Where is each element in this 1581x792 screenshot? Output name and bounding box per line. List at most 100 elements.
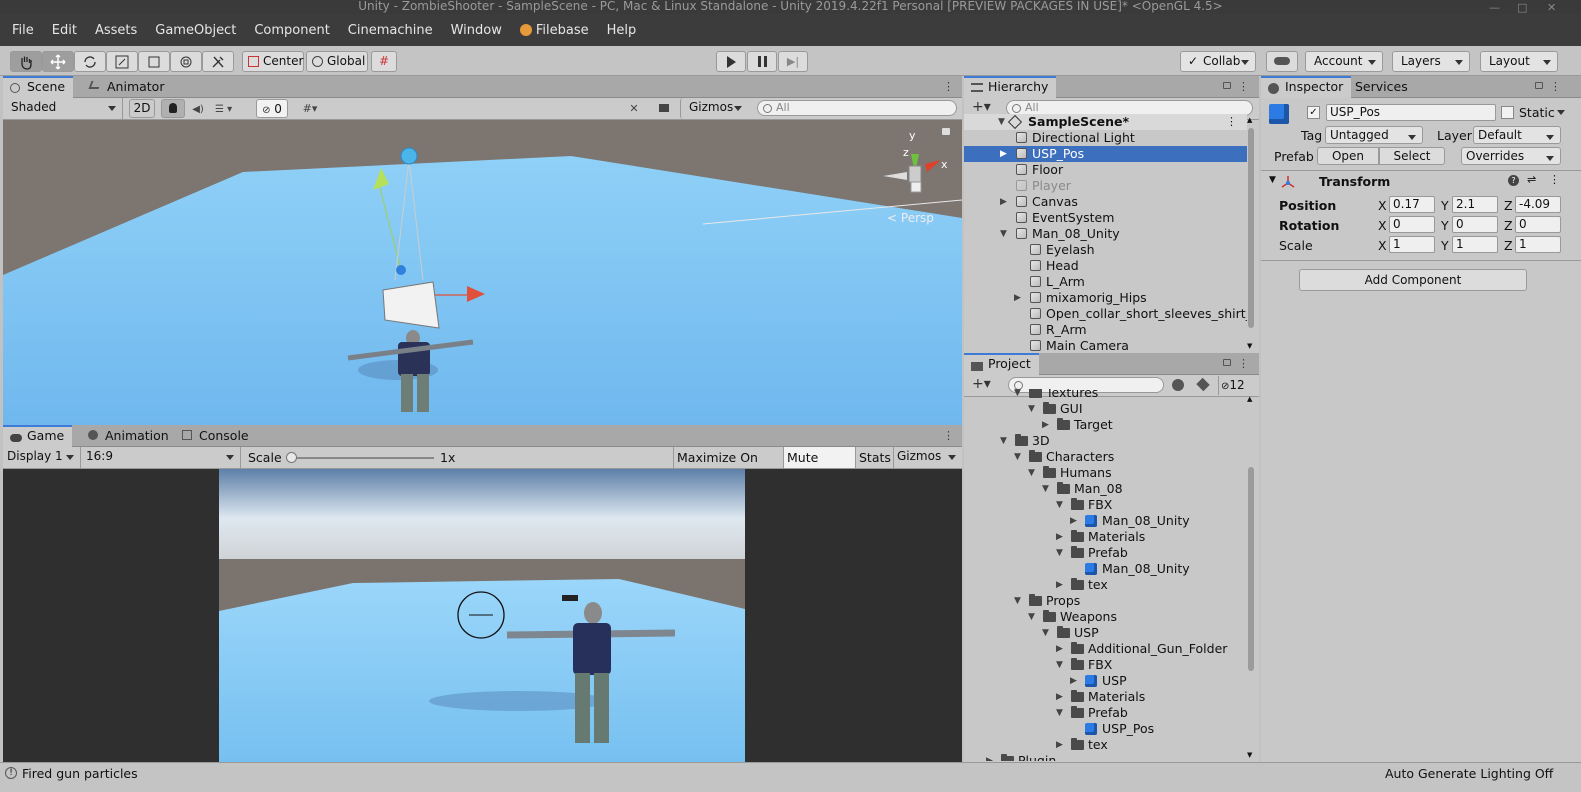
rect-tool-button[interactable] [138,51,170,72]
expand-arrow-icon[interactable]: ▶ [1056,641,1063,657]
scale-tool-button[interactable] [106,51,138,72]
expand-arrow-icon[interactable]: ▶ [986,753,993,761]
tab-hierarchy[interactable]: Hierarchy [964,76,1057,98]
project-item[interactable]: ▼ Props [964,593,1247,609]
hierarchy-item[interactable]: Open_collar_short_sleeves_shirt_M [964,306,1247,322]
scroll-down-icon[interactable]: ▼ [1247,342,1252,350]
scroll-down-icon[interactable]: ▼ [1247,751,1252,759]
object-name-field[interactable]: USP_Pos [1326,104,1496,121]
hierarchy-item[interactable]: Head [964,258,1247,274]
expand-arrow-icon[interactable]: ▼ [1000,226,1007,242]
foldout-arrow-icon[interactable]: ▼ [1269,175,1276,185]
hierarchy-item[interactable]: Player [964,178,1247,194]
position-y-field[interactable]: 2.1 [1452,196,1498,213]
scroll-thumb[interactable] [1248,128,1254,328]
hidden-objects-toggle[interactable]: ⊘ 0 [256,99,288,118]
scene-menu-icon[interactable]: ⋮ [1226,114,1237,130]
tab-game[interactable]: Game [3,425,73,447]
project-item[interactable]: ▼ 3D [964,433,1247,449]
lock-icon[interactable] [1223,82,1231,89]
help-icon[interactable]: ? [1508,175,1519,186]
scene-effects-dropdown[interactable]: ☰ ▾ [211,99,251,118]
maximize-icon[interactable]: □ [1517,1,1527,14]
tab-services[interactable]: Services [1351,76,1416,98]
hierarchy-item[interactable]: L_Arm [964,274,1247,290]
layer-dropdown[interactable]: Default [1473,126,1561,144]
project-item[interactable]: ▼ Characters [964,449,1247,465]
status-lighting[interactable]: Auto Generate Lighting Off [1385,766,1553,781]
project-item[interactable]: ▼ Prefab [964,705,1247,721]
hierarchy-item[interactable]: Eyelash [964,242,1247,258]
rotation-z-field[interactable]: 0 [1515,216,1561,233]
active-checkbox[interactable]: ✓ [1307,106,1320,119]
project-item[interactable]: ▶ Materials [964,689,1247,705]
pivot-center-button[interactable]: Center [242,51,304,72]
expand-arrow-icon[interactable]: ▶ [1056,577,1063,593]
hierarchy-item[interactable]: Floor [964,162,1247,178]
hierarchy-item[interactable]: Main Camera [964,338,1247,352]
expand-arrow-icon[interactable]: ▼ [1014,389,1021,401]
scene-search-input[interactable]: All [757,100,957,116]
project-item[interactable]: ▼ Textures [964,389,1247,401]
mute-audio-toggle[interactable]: Mute Audio [783,447,855,486]
menu-gameobject[interactable]: GameObject [146,23,245,38]
scene-gizmos-dropdown[interactable]: Gizmos [680,98,748,119]
layout-dropdown[interactable]: Layout [1480,51,1558,72]
hierarchy-item[interactable]: R_Arm [964,322,1247,338]
project-item[interactable]: ▼ FBX [964,497,1247,513]
maximize-on-play-toggle[interactable]: Maximize On Play [673,447,783,486]
play-button[interactable] [716,51,746,72]
panel-menu-icon[interactable]: ⋮ [1550,80,1561,93]
status-message[interactable]: Fired gun particles [22,766,138,781]
lock-icon[interactable] [1223,359,1231,366]
expand-arrow-icon[interactable]: ▶ [1056,529,1063,545]
scene-audio-toggle[interactable]: ◀) [187,99,209,118]
prefab-select-button[interactable]: Select [1379,147,1445,165]
tab-animator[interactable]: Animator [83,76,172,98]
expand-arrow-icon[interactable]: ▼ [1042,481,1049,497]
persp-toggle[interactable]: < Persp [887,211,934,225]
hierarchy-item[interactable]: ▶ USP_Pos [964,146,1247,162]
scroll-up-icon[interactable]: ▲ [1247,116,1252,124]
tab-animation[interactable]: Animation [81,425,177,447]
move-tool-button[interactable] [42,51,74,72]
close-icon[interactable]: ✕ [1547,1,1556,14]
prefab-open-button[interactable]: Open [1317,147,1379,165]
project-item[interactable]: USP_Pos [964,721,1247,737]
panel-menu-icon[interactable]: ⋮ [943,80,954,93]
scene-root-row[interactable]: ▼ SampleScene* ⋮ [964,114,1247,130]
transform-header[interactable]: ▼ Transform ? ⇌ ⋮ [1261,171,1581,193]
expand-arrow-icon[interactable]: ▼ [1014,593,1021,609]
project-item[interactable]: ▶ Materials [964,529,1247,545]
component-menu-icon[interactable]: ⋮ [1549,173,1560,186]
expand-arrow-icon[interactable]: ▼ [1056,497,1063,513]
hierarchy-item[interactable]: Directional Light [964,130,1247,146]
scene-orientation-gizmo[interactable]: y z x [881,128,951,208]
static-dropdown-icon[interactable] [1557,110,1565,115]
expand-arrow-icon[interactable]: ▼ [1028,401,1035,417]
stats-toggle[interactable]: Stats [855,447,893,468]
project-item[interactable]: ▶ USP [964,673,1247,689]
expand-arrow-icon[interactable]: ▶ [1042,417,1049,433]
project-item[interactable]: ▼ Man_08 [964,481,1247,497]
scene-viewport[interactable]: y z x < Persp [3,120,962,425]
custom-tool-button[interactable] [202,51,234,72]
lock-icon[interactable] [942,128,950,135]
scene-tools-button[interactable]: ✕ [623,99,645,118]
project-item[interactable]: ▶ Plugin [964,753,1247,761]
expand-arrow-icon[interactable]: ▼ [1056,657,1063,673]
project-item[interactable]: ▶ Man_08_Unity [964,513,1247,529]
project-item[interactable]: ▶ Target [964,417,1247,433]
project-item[interactable]: ▼ Weapons [964,609,1247,625]
project-scrollbar[interactable]: ▲ ▼ [1246,395,1256,759]
collab-dropdown[interactable]: ✓ Collab [1180,51,1256,72]
rotate-tool-button[interactable] [74,51,106,72]
expand-arrow-icon[interactable]: ▶ [1056,689,1063,705]
create-add-icon[interactable]: +▾ [972,99,991,115]
menu-edit[interactable]: Edit [43,23,86,38]
hierarchy-item[interactable]: ▶ Canvas [964,194,1247,210]
add-component-button[interactable]: Add Component [1299,269,1527,291]
menu-cinemachine[interactable]: Cinemachine [339,23,442,38]
scale-z-field[interactable]: 1 [1515,236,1561,253]
cloud-button[interactable] [1266,51,1298,72]
